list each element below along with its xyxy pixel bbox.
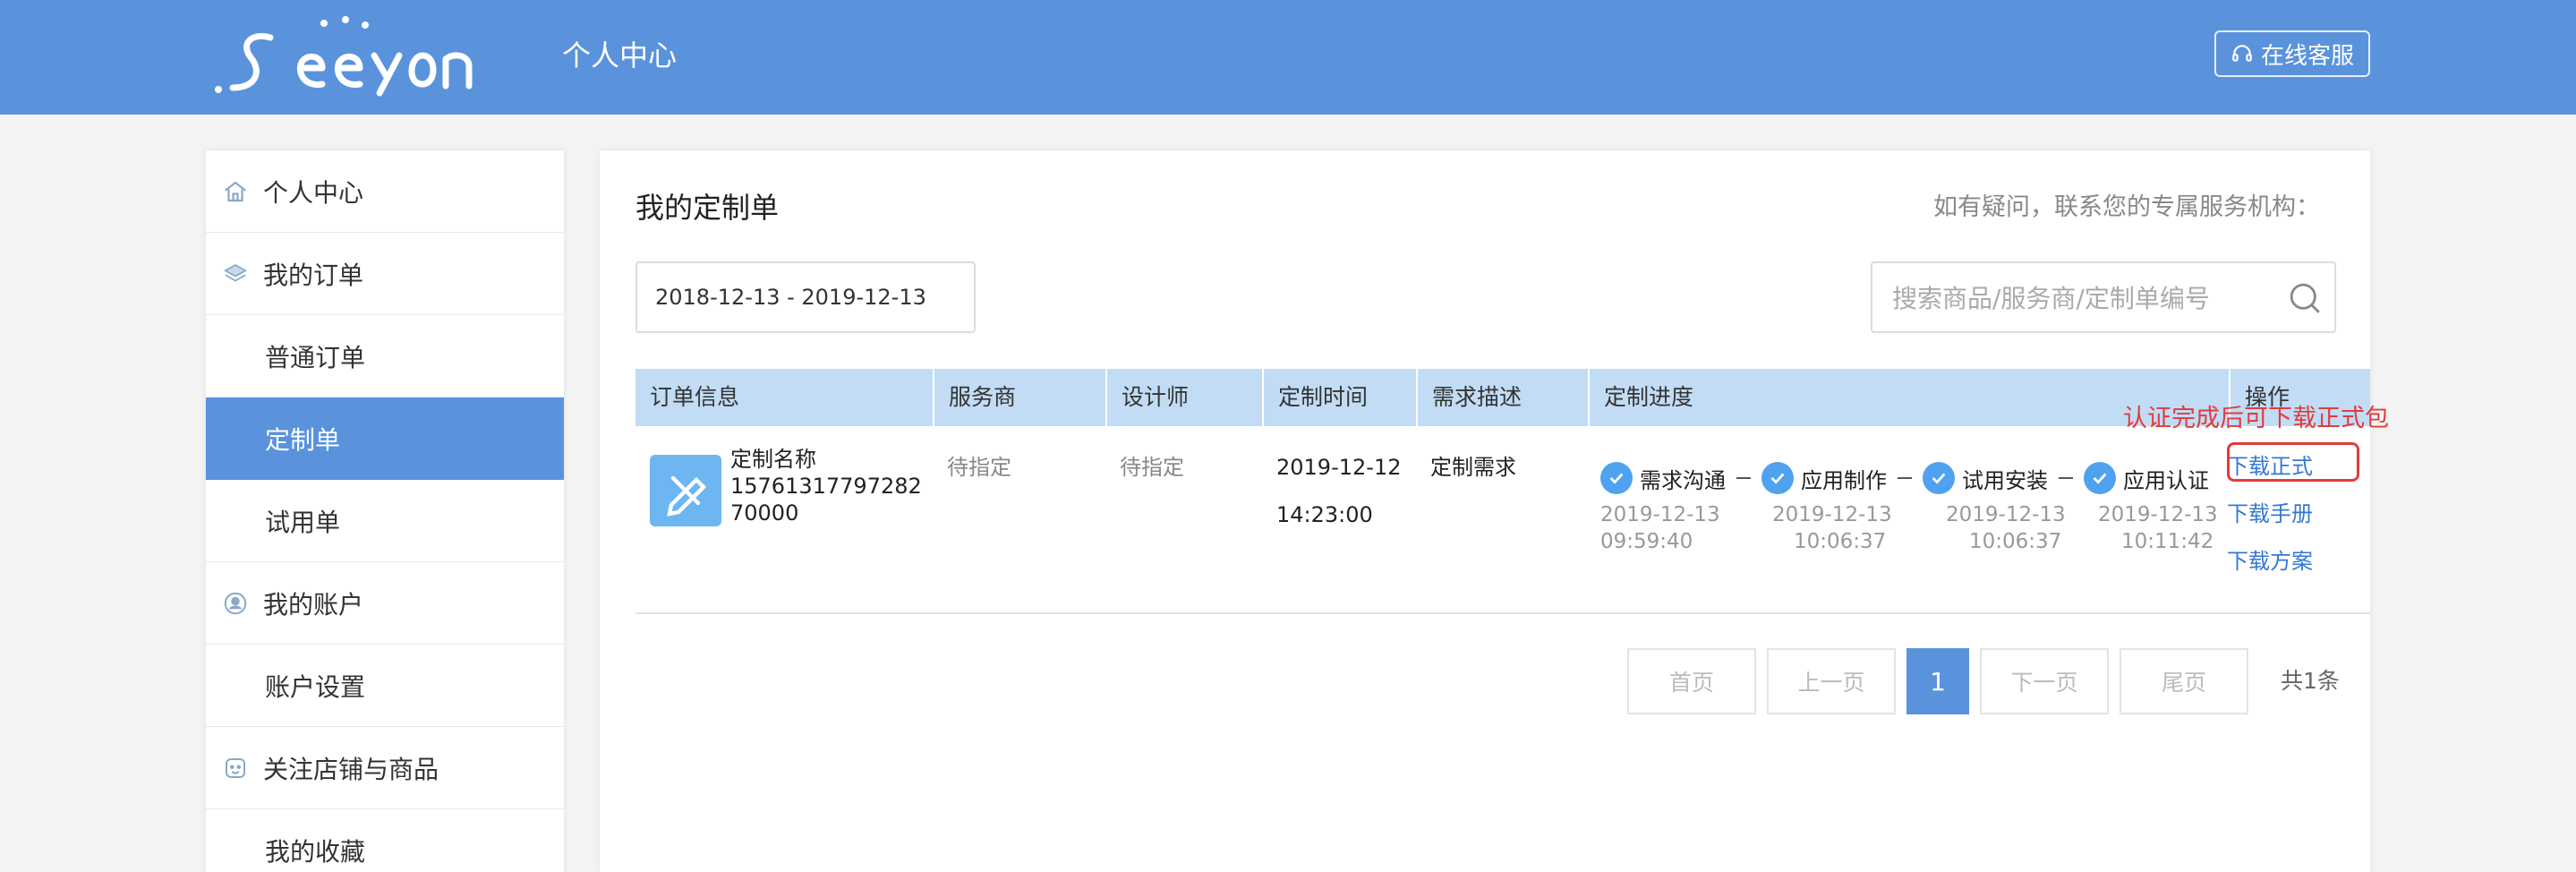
step-connector (1736, 477, 1751, 479)
sidebar-item-followed-stores[interactable]: 关注店铺与商品 (206, 727, 564, 809)
column-order-info: 订单信息 (635, 369, 934, 426)
step-label: 需求沟通 (1640, 467, 1726, 493)
top-header: 个人中心 在线客服 (0, 0, 2576, 115)
date-range-input[interactable]: 2018-12-13 - 2019-12-13 (635, 261, 976, 333)
step-date: 2019-12-13 (1600, 503, 1720, 526)
table-row: 定制名称 1576131779728270000 待指定 待指定 2019-12… (635, 426, 2370, 614)
store-icon (222, 755, 249, 782)
sidebar: 个人中心 我的订单 普通订单 定制单 试用单 我的账户 账户设置 关注店铺与商品… (206, 150, 564, 872)
order-number: 1576131779728270000 (730, 474, 922, 526)
sidebar-item-label: 我的订单 (263, 260, 364, 290)
first-page-button[interactable]: 首页 (1627, 648, 1756, 714)
step-label: 应用制作 (1801, 467, 1887, 493)
check-circle-icon (2084, 462, 2116, 494)
current-page-button[interactable]: 1 (1906, 648, 1969, 714)
search-box (1871, 261, 2336, 333)
annotation-text: 认证完成后可下载正式包 (2123, 405, 2389, 432)
layers-icon (222, 261, 249, 287)
step-date: 2019-12-13 (1772, 503, 1892, 526)
order-name: 定制名称 (730, 447, 816, 472)
progress-step: 应用制作 2019-12-13 10:06:37 (1761, 460, 1932, 555)
search-input[interactable] (1890, 263, 2270, 333)
column-provider: 服务商 (934, 369, 1107, 426)
order-date: 2019-12-12 (1276, 455, 1402, 480)
step-label: 应用认证 (2123, 467, 2209, 493)
sidebar-item-trial-orders[interactable]: 试用单 (206, 480, 564, 562)
main-panel: 我的定制单 如有疑问，联系您的专属服务机构： 2018-12-13 - 2019… (600, 150, 2370, 872)
step-time: 09:59:40 (1600, 530, 1693, 553)
sidebar-item-label: 我的收藏 (265, 836, 366, 867)
sidebar-item-my-account[interactable]: 我的账户 (206, 562, 564, 645)
total-count: 共1条 (2281, 668, 2340, 694)
sidebar-item-my-orders[interactable]: 我的订单 (206, 233, 564, 315)
sidebar-item-label: 我的账户 (263, 589, 364, 620)
progress-step: 需求沟通 2019-12-13 09:59:40 (1600, 460, 1770, 555)
last-page-button[interactable]: 尾页 (2120, 648, 2248, 714)
column-designer: 设计师 (1107, 369, 1264, 426)
sidebar-item-label: 个人中心 (263, 177, 364, 208)
headset-icon (2232, 45, 2252, 62)
order-description: 定制需求 (1430, 455, 1516, 480)
custom-order-icon (650, 455, 721, 526)
home-icon (222, 178, 249, 205)
page-title: 我的定制单 (635, 191, 780, 225)
sidebar-item-label: 试用单 (265, 507, 341, 537)
check-circle-icon (1761, 462, 1794, 494)
check-circle-icon (1600, 462, 1633, 494)
search-icon[interactable] (2286, 279, 2324, 317)
sidebar-item-account-settings[interactable]: 账户设置 (206, 645, 564, 727)
check-circle-icon (1923, 462, 1955, 494)
download-manual-link[interactable]: 下载手册 (2227, 500, 2361, 548)
step-date: 2019-12-13 (1946, 503, 2066, 526)
order-info: 定制名称 1576131779728270000 (730, 446, 927, 526)
sidebar-item-label: 关注店铺与商品 (263, 754, 439, 784)
order-time: 14:23:00 (1276, 502, 1373, 527)
step-connector (2059, 477, 2073, 479)
header-title: 个人中心 (562, 38, 678, 73)
step-time: 10:06:37 (1969, 530, 2062, 553)
user-circle-icon (222, 590, 249, 617)
sidebar-item-custom-orders[interactable]: 定制单 (206, 398, 564, 480)
order-designer: 待指定 (1120, 455, 1184, 480)
pagination: 首页 上一页 1 下一页 尾页 (600, 648, 2370, 714)
download-plan-link[interactable]: 下载方案 (2227, 548, 2361, 595)
prev-page-button[interactable]: 上一页 (1767, 648, 1896, 714)
table-header: 订单信息 服务商 设计师 定制时间 需求描述 定制进度 操作 (635, 369, 2370, 426)
column-description: 需求描述 (1418, 369, 1590, 426)
sidebar-item-label: 普通订单 (265, 342, 366, 372)
online-service-label: 在线客服 (2260, 42, 2354, 70)
step-time: 10:06:37 (1794, 530, 1887, 553)
contact-hint: 如有疑问，联系您的专属服务机构： (1933, 193, 2320, 221)
step-connector (1898, 477, 1912, 479)
seeyon-logo[interactable] (208, 13, 476, 102)
online-service-button[interactable]: 在线客服 (2214, 30, 2370, 77)
sidebar-item-label: 定制单 (265, 424, 341, 455)
sidebar-item-personal-center[interactable]: 个人中心 (206, 150, 564, 233)
column-custom-time: 定制时间 (1264, 369, 1418, 426)
sidebar-item-normal-orders[interactable]: 普通订单 (206, 315, 564, 398)
sidebar-item-label: 账户设置 (265, 671, 366, 702)
sidebar-item-my-favorites[interactable]: 我的收藏 (206, 809, 564, 872)
progress-steps: 需求沟通 2019-12-13 09:59:40 应用制作 2019-12-13… (1600, 460, 2248, 586)
order-provider: 待指定 (947, 455, 1011, 480)
progress-step: 试用安装 2019-12-13 10:06:37 (1923, 460, 2093, 555)
annotation-highlight-box (2227, 442, 2359, 482)
next-page-button[interactable]: 下一页 (1980, 648, 2109, 714)
step-label: 试用安装 (1962, 467, 2048, 493)
